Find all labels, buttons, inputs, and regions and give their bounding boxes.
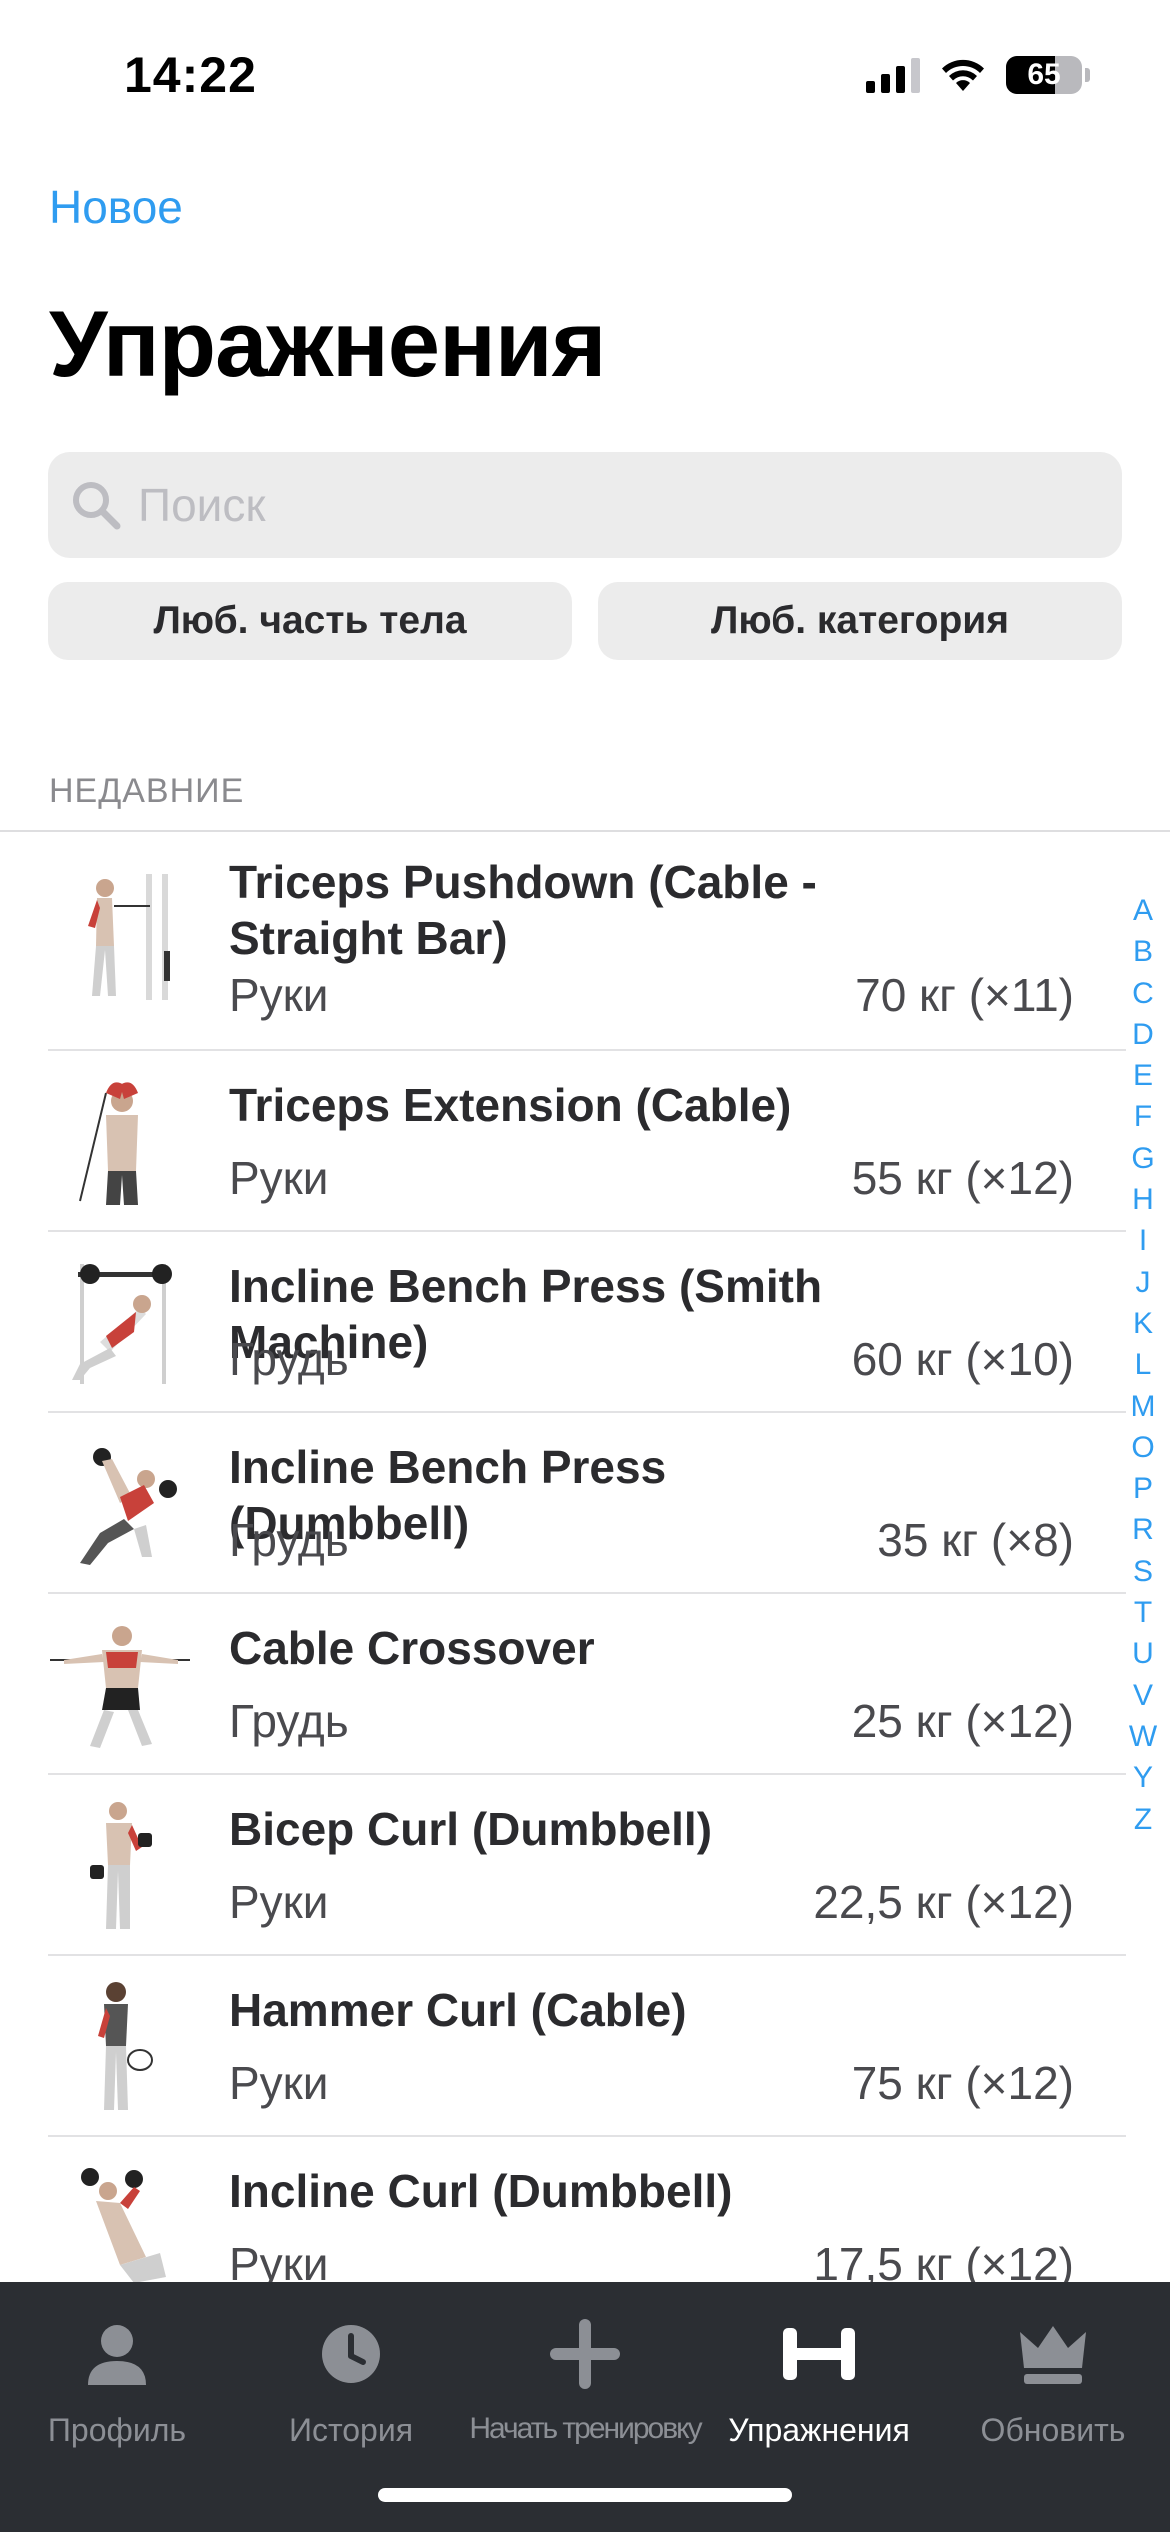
incline-bench-dumbbell-image	[50, 1433, 190, 1573]
list-item[interactable]: Incline Bench Press (Dumbbell) Грудь 35 …	[0, 1413, 1126, 1594]
tab-upgrade[interactable]: Обновить	[936, 2304, 1170, 2449]
alphabet-letter[interactable]: G	[1131, 1138, 1154, 1179]
exercise-last-set: 70 кг (×11)	[855, 969, 1074, 1021]
alphabet-letter[interactable]: H	[1132, 1179, 1154, 1220]
incline-bench-smith-image	[50, 1252, 190, 1392]
tab-label: Начать тренировку	[469, 2412, 702, 2445]
alphabet-letter[interactable]: F	[1134, 1096, 1152, 1137]
alphabet-letter[interactable]: C	[1132, 973, 1154, 1014]
alphabet-letter[interactable]: A	[1133, 890, 1153, 931]
battery-percent: 65	[1027, 58, 1061, 91]
cable-crossover-image	[50, 1614, 190, 1754]
alphabet-index[interactable]: ABCDEFGHIJKLMOPRSTUVWYZ	[1128, 890, 1158, 1840]
battery-icon: 65	[1006, 56, 1082, 94]
tab-exercises[interactable]: Упражнения	[702, 2304, 936, 2449]
page-title: Упражнения	[49, 291, 606, 396]
tab-label: История	[288, 2412, 414, 2448]
section-header-recent: НЕДАВНИЕ	[49, 772, 245, 810]
plus-icon	[550, 2319, 620, 2389]
exercise-last-set: 75 кг (×12)	[851, 2057, 1074, 2109]
exercise-name: Triceps Extension (Cable)	[229, 1079, 792, 1131]
tab-start-workout[interactable]: Начать тренировку	[468, 2304, 703, 2446]
tab-label: Профиль	[47, 2412, 187, 2448]
dumbbell-icon	[783, 2328, 855, 2380]
alphabet-letter[interactable]: T	[1134, 1592, 1152, 1633]
exercise-name: Hammer Curl (Cable)	[229, 1984, 687, 2036]
alphabet-letter[interactable]: L	[1135, 1344, 1152, 1385]
exercise-last-set: 22,5 кг (×12)	[813, 1876, 1074, 1928]
cellular-signal-icon	[866, 57, 920, 93]
alphabet-letter[interactable]: O	[1131, 1427, 1154, 1468]
body-part-filter-button[interactable]: Люб. часть тела	[48, 582, 572, 660]
search-input[interactable]	[138, 478, 1098, 532]
alphabet-letter[interactable]: P	[1133, 1468, 1153, 1509]
incline-curl-image	[50, 2157, 190, 2297]
search-bar[interactable]	[48, 452, 1122, 558]
exercise-name: Incline Curl (Dumbbell)	[229, 2165, 733, 2217]
status-bar: 14:22 65	[0, 0, 1170, 150]
exercise-body-part: Руки	[229, 1876, 329, 1928]
crown-icon	[1020, 2326, 1086, 2384]
alphabet-letter[interactable]: Y	[1133, 1757, 1153, 1798]
exercise-list: Triceps Pushdown (Cable - Straight Bar) …	[0, 832, 1126, 2318]
exercise-body-part: Руки	[229, 2057, 329, 2109]
exercise-body-part: Руки	[229, 1152, 329, 1204]
hammer-curl-image	[50, 1976, 190, 2116]
search-icon	[73, 482, 121, 530]
alphabet-letter[interactable]: J	[1136, 1262, 1151, 1303]
list-item[interactable]: Triceps Extension (Cable) Руки 55 кг (×1…	[0, 1051, 1126, 1232]
alphabet-letter[interactable]: D	[1132, 1014, 1154, 1055]
exercise-body-part: Грудь	[229, 1695, 349, 1747]
category-filter-button[interactable]: Люб. категория	[598, 582, 1122, 660]
list-item[interactable]: Hammer Curl (Cable) Руки 75 кг (×12)	[0, 1956, 1126, 2137]
list-item[interactable]: Incline Bench Press (Smith Machine) Груд…	[0, 1232, 1126, 1413]
alphabet-letter[interactable]: U	[1132, 1633, 1154, 1674]
exercise-last-set: 60 кг (×10)	[851, 1333, 1074, 1385]
bicep-curl-image	[50, 1795, 190, 1935]
alphabet-letter[interactable]: I	[1139, 1220, 1147, 1261]
triceps-pushdown-image	[50, 866, 190, 1006]
alphabet-letter[interactable]: W	[1129, 1716, 1157, 1757]
exercise-last-set: 55 кг (×12)	[851, 1152, 1074, 1204]
alphabet-letter[interactable]: B	[1133, 931, 1153, 972]
exercise-body-part: Грудь	[229, 1514, 349, 1566]
tab-history[interactable]: История	[234, 2304, 468, 2449]
clock-icon	[322, 2325, 380, 2383]
home-indicator[interactable]	[378, 2488, 792, 2502]
alphabet-letter[interactable]: R	[1132, 1509, 1154, 1550]
wifi-icon	[942, 59, 984, 91]
person-icon	[88, 2325, 146, 2385]
triceps-extension-image	[50, 1071, 190, 1211]
tab-label: Обновить	[980, 2412, 1126, 2448]
new-exercise-button[interactable]: Новое	[49, 180, 183, 234]
list-item[interactable]: Triceps Pushdown (Cable - Straight Bar) …	[0, 832, 1126, 1051]
list-item[interactable]: Bicep Curl (Dumbbell) Руки 22,5 кг (×12)	[0, 1775, 1126, 1956]
status-time: 14:22	[124, 47, 257, 103]
exercise-body-part: Руки	[229, 969, 329, 1021]
alphabet-letter[interactable]: M	[1131, 1386, 1156, 1427]
exercise-last-set: 35 кг (×8)	[877, 1514, 1074, 1566]
tab-label: Упражнения	[728, 2412, 910, 2448]
status-icons: 65	[866, 56, 1090, 94]
alphabet-letter[interactable]: V	[1133, 1675, 1153, 1716]
exercise-name: Cable Crossover	[229, 1622, 595, 1674]
exercise-last-set: 25 кг (×12)	[851, 1695, 1074, 1747]
filter-row: Люб. часть тела Люб. категория	[48, 582, 1122, 660]
tab-profile[interactable]: Профиль	[0, 2304, 234, 2449]
alphabet-letter[interactable]: Z	[1134, 1799, 1152, 1840]
alphabet-letter[interactable]: K	[1133, 1303, 1153, 1344]
exercise-name: Bicep Curl (Dumbbell)	[229, 1803, 713, 1855]
exercise-name: Triceps Pushdown (Cable - Straight Bar)	[229, 856, 817, 964]
alphabet-letter[interactable]: S	[1133, 1551, 1153, 1592]
list-item[interactable]: Cable Crossover Грудь 25 кг (×12)	[0, 1594, 1126, 1775]
alphabet-letter[interactable]: E	[1133, 1055, 1153, 1096]
exercise-body-part: Грудь	[229, 1333, 349, 1385]
